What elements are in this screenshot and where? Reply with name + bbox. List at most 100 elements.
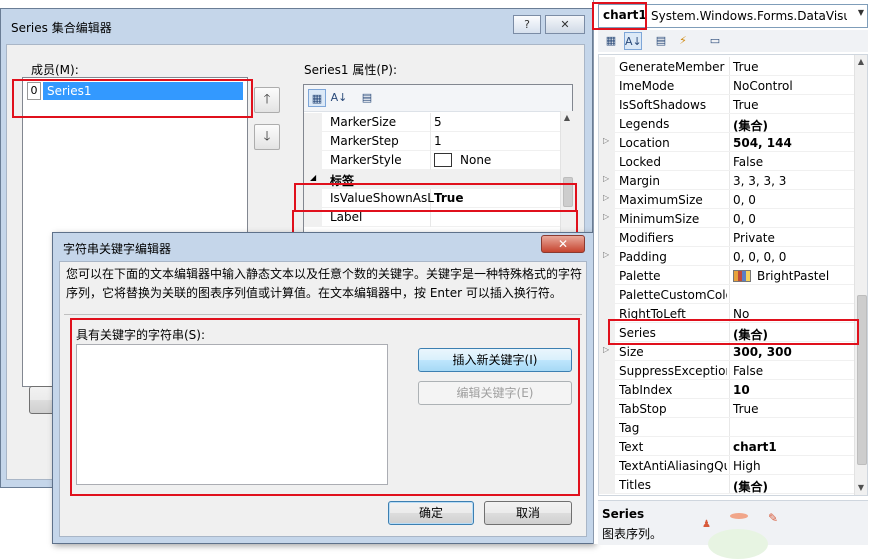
- scroll-up-icon[interactable]: ▲: [561, 113, 573, 122]
- move-down-button[interactable]: 🡓: [254, 124, 280, 150]
- property-value: 3, 3, 3, 3: [733, 174, 787, 188]
- move-up-button[interactable]: 🡑: [254, 87, 280, 113]
- properties-scrollbar[interactable]: ▲ ▼: [854, 55, 867, 495]
- property-pages-icon[interactable]: ▭: [706, 32, 724, 50]
- property-pages-icon[interactable]: ▤: [358, 89, 376, 107]
- scroll-thumb[interactable]: [563, 177, 573, 207]
- property-name: Padding: [619, 250, 667, 264]
- property-row-textantialiasingqu[interactable]: TextAntiAliasingQu High: [599, 456, 854, 475]
- property-row-palettecustomcolo[interactable]: PaletteCustomColo: [599, 285, 854, 304]
- property-row-minimumsize[interactable]: ▷ MinimumSize 0, 0: [599, 209, 854, 228]
- property-value: Private: [733, 231, 775, 245]
- property-row-maximumsize[interactable]: ▷ MaximumSize 0, 0: [599, 190, 854, 209]
- property-row-text[interactable]: Text chart1: [599, 437, 854, 456]
- property-row[interactable]: MarkerStep 1: [304, 132, 560, 151]
- property-row-palette[interactable]: Palette BrightPastel: [599, 266, 854, 285]
- expand-icon[interactable]: ▷: [603, 250, 609, 259]
- property-name: Locked: [619, 155, 661, 169]
- property-row-titles[interactable]: Titles (集合): [599, 475, 854, 494]
- property-value: chart1: [733, 440, 777, 454]
- property-value: 1: [434, 134, 442, 148]
- property-row-legends[interactable]: Legends (集合): [599, 114, 854, 133]
- categorized-icon[interactable]: ▦: [602, 32, 620, 50]
- property-value: None: [460, 153, 492, 167]
- property-row-label[interactable]: Label: [304, 208, 560, 227]
- property-value: 300, 300: [733, 345, 792, 359]
- expand-icon[interactable]: ▷: [603, 345, 609, 354]
- person-icon: ♟: [702, 519, 711, 530]
- description-title: Series: [602, 507, 645, 521]
- scroll-down-icon[interactable]: ▼: [855, 483, 867, 492]
- property-row-tabstop[interactable]: TabStop True: [599, 399, 854, 418]
- property-name: Palette: [619, 269, 661, 283]
- object-name: chart1: [603, 8, 647, 22]
- property-value: (集合): [733, 119, 768, 133]
- property-row-size[interactable]: ▷ Size 300, 300: [599, 342, 854, 361]
- property-grid-scrollbar[interactable]: ▲: [560, 111, 573, 233]
- insert-keyword-button[interactable]: 插入新关键字(I): [418, 348, 572, 372]
- ok-button[interactable]: 确定: [388, 501, 474, 525]
- properties-grid[interactable]: GenerateMember True ImeMode NoControl IsSoft…: [598, 54, 868, 496]
- property-row[interactable]: MarkerStyle None: [304, 151, 560, 170]
- property-row-location[interactable]: ▷ Location 504, 144: [599, 133, 854, 152]
- cancel-button[interactable]: 取消: [484, 501, 572, 525]
- series-property-grid[interactable]: ▦ A↓ ▤ MarkerSize 5 MarkerStep 1 MarkerS…: [303, 84, 573, 234]
- property-row-righttoleft[interactable]: RightToLeft No: [599, 304, 854, 323]
- property-name: TabIndex: [619, 383, 673, 397]
- property-row-padding[interactable]: ▷ Padding 0, 0, 0, 0: [599, 247, 854, 266]
- alphabetical-icon[interactable]: A↓: [330, 89, 348, 107]
- member-item-series1[interactable]: 0 Series1: [27, 82, 243, 100]
- expand-icon[interactable]: ▷: [603, 174, 609, 183]
- alphabetical-icon[interactable]: A↓: [624, 32, 642, 50]
- categorized-icon[interactable]: ▦: [308, 89, 326, 107]
- member-name: Series1: [43, 82, 243, 100]
- property-name: PaletteCustomColo: [619, 288, 727, 302]
- property-name: Location: [619, 136, 670, 150]
- scroll-up-icon[interactable]: ▲: [855, 57, 867, 66]
- property-value: False: [733, 364, 764, 378]
- property-value: True: [434, 191, 464, 205]
- object-selector[interactable]: chart1 System.Windows.Forms.DataVisualiz…: [598, 4, 868, 28]
- property-row-modifiers[interactable]: Modifiers Private: [599, 228, 854, 247]
- help-button[interactable]: ?: [513, 15, 541, 34]
- property-row-imemode[interactable]: ImeMode NoControl: [599, 76, 854, 95]
- property-name: Margin: [619, 174, 660, 188]
- series-editor-title: Series 集合编辑器: [11, 21, 112, 35]
- expand-icon[interactable]: ▷: [603, 136, 609, 145]
- chevron-down-icon[interactable]: ▼: [858, 8, 864, 17]
- edit-keyword-button[interactable]: 编辑关键字(E): [418, 381, 572, 405]
- property-value: True: [733, 60, 759, 74]
- property-row-tabindex[interactable]: TabIndex 10: [599, 380, 854, 399]
- property-name: RightToLeft: [619, 307, 686, 321]
- property-row[interactable]: MarkerSize 5: [304, 113, 560, 132]
- expand-icon[interactable]: ▷: [603, 193, 609, 202]
- property-row-margin[interactable]: ▷ Margin 3, 3, 3, 3: [599, 171, 854, 190]
- collapse-icon[interactable]: ◢: [310, 173, 316, 182]
- category-label: 标签: [330, 174, 355, 188]
- category-row[interactable]: ◢ 标签: [304, 170, 560, 189]
- property-row-isvalueshown[interactable]: IsValueShownAsL True: [304, 189, 560, 208]
- property-row-locked[interactable]: Locked False: [599, 152, 854, 171]
- expand-icon[interactable]: ▷: [603, 212, 609, 221]
- property-name: Modifiers: [619, 231, 674, 245]
- property-name: Size: [619, 345, 644, 359]
- property-row-generatemember[interactable]: GenerateMember True: [599, 57, 854, 76]
- property-value: BrightPastel: [757, 269, 830, 283]
- property-value: (集合): [733, 328, 768, 342]
- property-row-series[interactable]: Series (集合): [599, 323, 854, 342]
- keyword-editor-close-button[interactable]: ✕: [541, 235, 585, 253]
- property-value: High: [733, 459, 761, 473]
- close-button[interactable]: ✕: [545, 15, 585, 34]
- property-row-tag[interactable]: Tag: [599, 418, 854, 437]
- property-value: 0, 0: [733, 193, 756, 207]
- properties-icon[interactable]: ▤: [652, 32, 670, 50]
- property-value: No: [733, 307, 750, 321]
- property-name: SuppressExceptions: [619, 364, 727, 378]
- keyword-text-editor[interactable]: [76, 344, 388, 485]
- property-name: ImeMode: [619, 79, 675, 93]
- scroll-thumb[interactable]: [857, 295, 867, 465]
- property-row-suppressexceptions[interactable]: SuppressExceptions False: [599, 361, 854, 380]
- property-row-issoftshadows[interactable]: IsSoftShadows True: [599, 95, 854, 114]
- events-icon[interactable]: ⚡: [674, 32, 692, 50]
- property-value: NoControl: [733, 79, 793, 93]
